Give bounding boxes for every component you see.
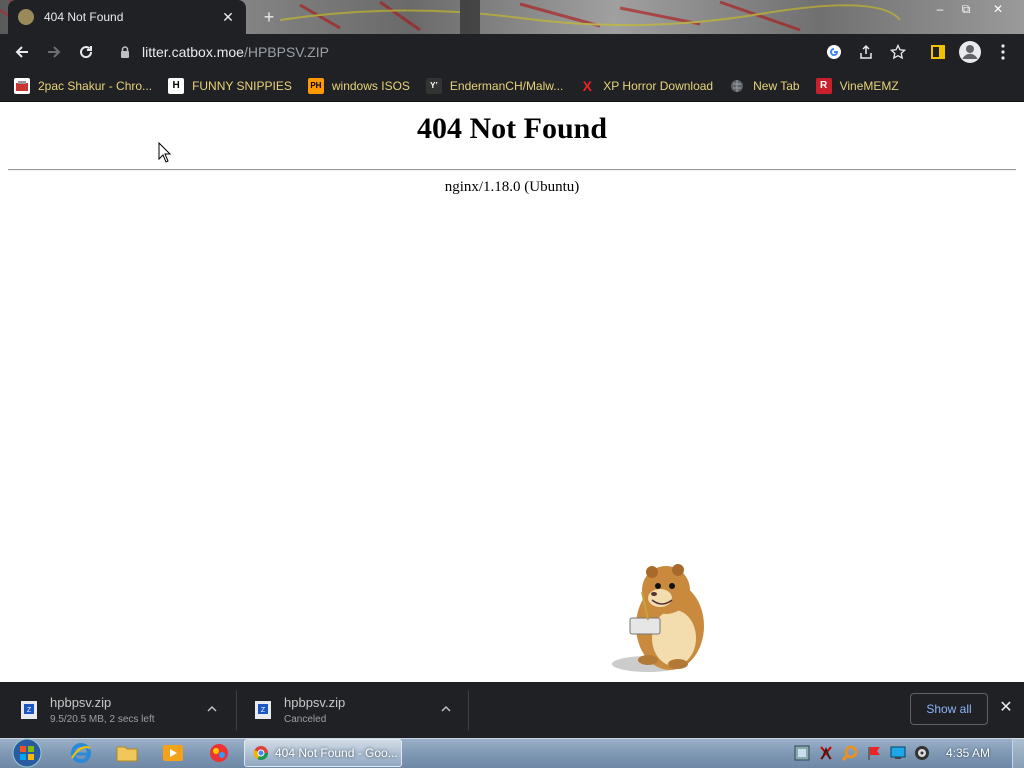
- bookmark-2pac[interactable]: 2pac Shakur - Chro...: [14, 77, 153, 94]
- side-panel-button[interactable]: [923, 34, 953, 70]
- zip-file-icon: Z: [21, 701, 37, 719]
- x-icon: X: [582, 77, 592, 94]
- mouse-cursor-icon: [158, 142, 172, 163]
- show-all-button[interactable]: Show all: [910, 693, 988, 725]
- bookmark-label: New Tab: [753, 78, 800, 93]
- download-filename: hpbpsv.zip: [284, 695, 346, 710]
- divider: [236, 690, 237, 730]
- download-status: 9.5/20.5 MB, 2 secs left: [50, 714, 155, 725]
- bookmark-funny-snippies[interactable]: H FUNNY SNIPPIES: [168, 77, 292, 94]
- divider: [468, 690, 469, 730]
- forward-arrow-icon: [48, 46, 61, 58]
- bookmark-xp-horror[interactable]: X XP Horror Download: [579, 77, 714, 94]
- download-item[interactable]: Z hpbpsv.zip 9.5/20.5 MB, 2 secs left: [18, 682, 155, 738]
- minimize-button[interactable]: –: [926, 0, 954, 18]
- taskbar-window-title: 404 Not Found - Goo...: [275, 746, 398, 760]
- taskbar-clock[interactable]: 4:35 AM: [946, 746, 990, 760]
- bookmark-star-button[interactable]: [883, 34, 913, 70]
- hamster-mascot-icon: [612, 564, 704, 672]
- back-button[interactable]: [6, 36, 38, 68]
- ph-icon: PH: [307, 77, 324, 94]
- taskbar-app[interactable]: [202, 740, 236, 766]
- restore-button[interactable]: ⧉: [952, 0, 980, 18]
- bookmark-label: 2pac Shakur - Chro...: [38, 78, 153, 93]
- browser-tab[interactable]: 404 Not Found ✕: [8, 0, 246, 34]
- reload-icon: [80, 46, 93, 59]
- bookmark-label: VineMEMZ: [839, 78, 899, 93]
- bookmark-label: windows ISOS: [331, 78, 410, 93]
- reload-button[interactable]: [70, 36, 102, 68]
- url-host: litter.catbox.moe: [142, 44, 244, 60]
- h-icon: H: [168, 77, 185, 94]
- tab-title: 404 Not Found: [44, 10, 124, 24]
- bookmarks-bar: 2pac Shakur - Chro... H FUNNY SNIPPIES P…: [0, 70, 1024, 102]
- windows-orb-icon: [12, 738, 42, 768]
- side-panel-icon: [931, 45, 945, 59]
- download-filename: hpbpsv.zip: [50, 695, 112, 710]
- download-status: Canceled: [284, 714, 327, 725]
- back-arrow-icon: [15, 46, 28, 58]
- bookmark-label: EndermanCH/Malw...: [449, 78, 564, 93]
- taskbar-file-explorer[interactable]: [110, 740, 144, 766]
- internet-explorer-icon: [71, 743, 91, 763]
- page-heading: 404 Not Found: [416, 112, 608, 145]
- menu-button[interactable]: [988, 34, 1018, 70]
- avatar-icon: [959, 41, 981, 63]
- forward-button[interactable]: [38, 36, 70, 68]
- star-icon: [890, 44, 906, 60]
- colorful-app-icon: [210, 744, 228, 762]
- share-button[interactable]: [851, 34, 881, 70]
- chevron-up-icon[interactable]: [206, 704, 218, 714]
- folder-icon: [116, 746, 138, 762]
- media-player-icon: [163, 745, 183, 761]
- google-icon: [827, 45, 841, 59]
- taskbar-internet-explorer[interactable]: [64, 740, 98, 766]
- display-tray-icon[interactable]: [890, 745, 906, 761]
- r-icon: R: [815, 77, 832, 94]
- search-tray-icon[interactable]: [842, 745, 858, 761]
- flag-tray-icon[interactable]: [818, 745, 834, 761]
- share-icon: [860, 44, 872, 59]
- close-shelf-button[interactable]: ✕: [996, 698, 1016, 718]
- taskbar-media-player[interactable]: [156, 740, 190, 766]
- yp-icon: Y’: [425, 77, 442, 94]
- profile-button[interactable]: [955, 34, 985, 70]
- globe-icon: [729, 78, 745, 94]
- web-page: 404 Not Found nginx/1.18.0 (Ubuntu): [0, 102, 1024, 682]
- chrome-icon: [253, 746, 268, 760]
- screen: 404 Not Found ✕ + – ⧉ ✕ litter.catbox.mo…: [0, 0, 1024, 768]
- youtube-like-icon: [14, 77, 30, 94]
- show-desktop-button[interactable]: [1012, 738, 1024, 768]
- zip-file-icon: Z: [255, 701, 271, 719]
- bookmark-vinememz[interactable]: R VineMEMZ: [815, 77, 899, 94]
- bookmark-label: FUNNY SNIPPIES: [192, 78, 292, 93]
- taskbar-chrome-window[interactable]: 404 Not Found - Goo...: [244, 739, 402, 767]
- bookmark-windows-isos[interactable]: PH windows ISOS: [307, 77, 410, 94]
- url-path: /HPBPSV.ZIP: [243, 44, 330, 60]
- server-signature: nginx/1.18.0 (Ubuntu): [444, 179, 580, 195]
- volume-tray-icon[interactable]: [914, 745, 930, 761]
- bookmark-label: XP Horror Download: [603, 78, 714, 93]
- download-item[interactable]: Z hpbpsv.zip Canceled: [252, 682, 345, 738]
- google-lens-button[interactable]: [819, 34, 849, 70]
- svg-text:Z: Z: [261, 707, 266, 714]
- lock-icon[interactable]: [118, 45, 132, 59]
- network-tray-icon[interactable]: [794, 745, 810, 761]
- kebab-menu-icon: [1001, 44, 1005, 60]
- bookmark-new-tab[interactable]: New Tab: [729, 78, 800, 94]
- chevron-up-icon[interactable]: [440, 704, 452, 714]
- bookmark-endermanch[interactable]: Y’ EndermanCH/Malw...: [425, 77, 564, 94]
- tab-close-icon[interactable]: ✕: [220, 9, 236, 25]
- divider: [8, 169, 1016, 171]
- start-button[interactable]: [8, 738, 46, 768]
- action-center-flag-icon[interactable]: [866, 745, 882, 761]
- close-window-button[interactable]: ✕: [984, 0, 1012, 18]
- svg-text:Z: Z: [27, 707, 32, 714]
- address-bar[interactable]: litter.catbox.moe/HPBPSV.ZIP: [108, 38, 916, 66]
- new-tab-button[interactable]: +: [258, 6, 280, 28]
- tab-favicon-icon: [18, 9, 34, 25]
